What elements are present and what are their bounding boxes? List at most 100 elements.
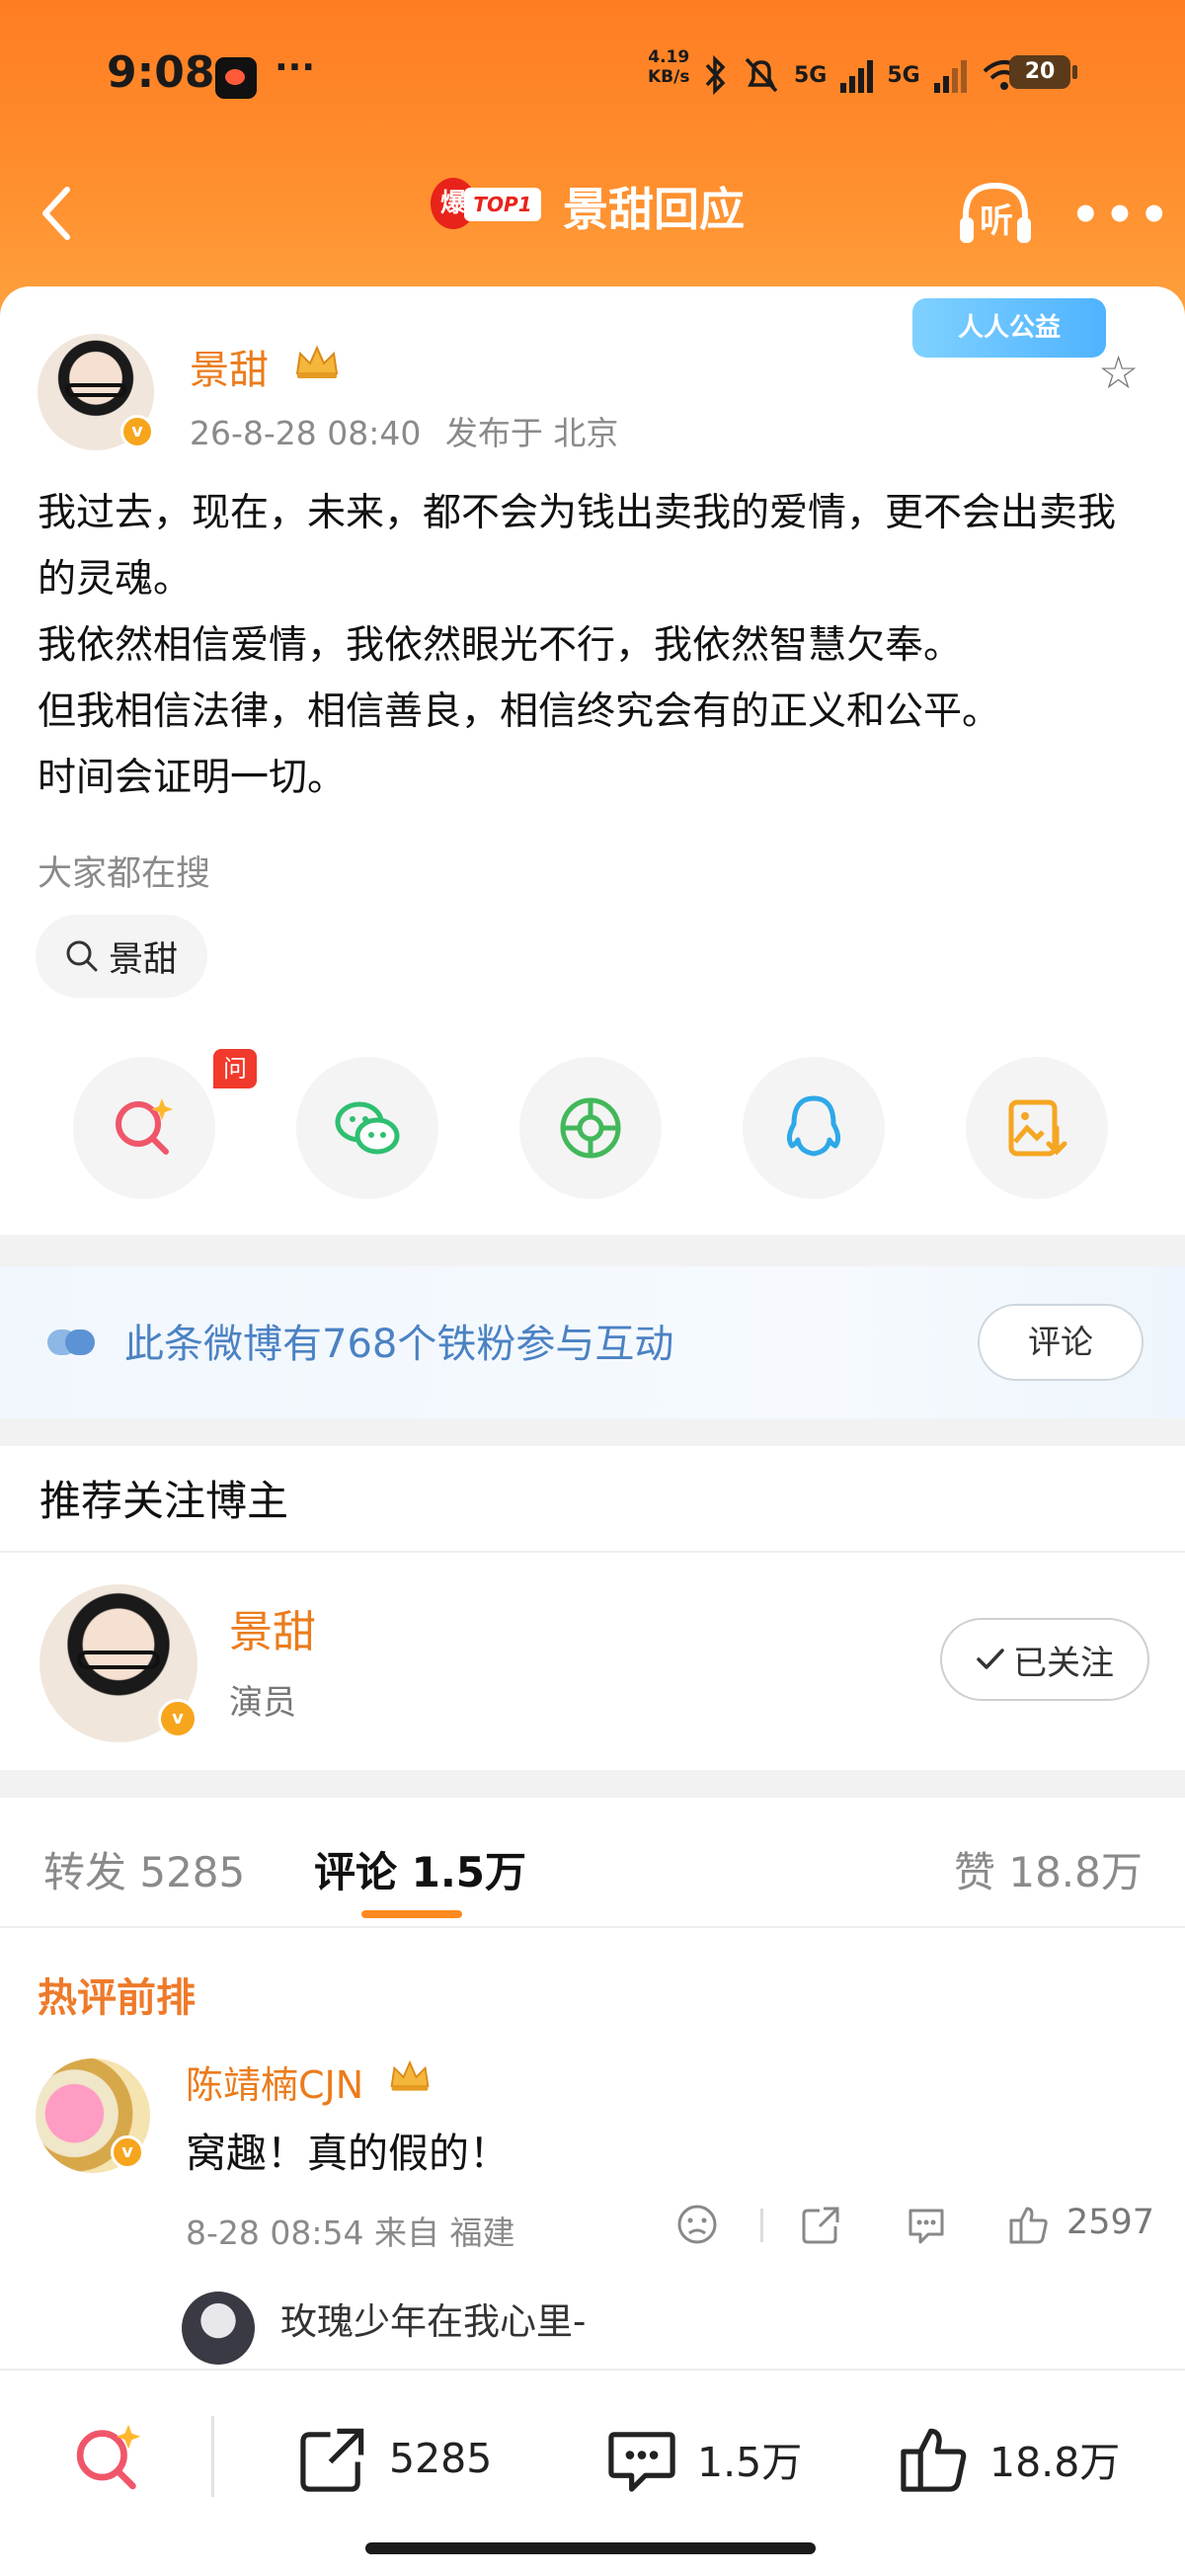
more-menu-button[interactable]: ••• bbox=[1070, 188, 1173, 243]
like-button[interactable]: 18.8万 bbox=[897, 2414, 1120, 2503]
search-chip-label: 景甜 bbox=[109, 939, 179, 980]
comment-meta: 8-28 08:54 来自 福建 bbox=[186, 2214, 515, 2252]
post-line: 时间会证明一切。 bbox=[38, 756, 347, 800]
wechat-share-button[interactable] bbox=[296, 1057, 438, 1199]
signal-1-label: 5G bbox=[794, 62, 828, 88]
qq-icon bbox=[786, 1095, 841, 1157]
repost-button[interactable]: 5285 bbox=[296, 2414, 492, 2503]
verified-badge-icon: v bbox=[111, 2135, 144, 2169]
share-icon[interactable] bbox=[800, 2203, 843, 2246]
signal-1-icon bbox=[840, 57, 874, 93]
post-body: 我过去，现在，未来，都不会为钱出卖我的爱情，更不会出卖我的灵魂。 我依然相信爱情… bbox=[38, 480, 1153, 811]
avatar-glasses bbox=[65, 382, 126, 397]
search-icon bbox=[66, 940, 98, 972]
search-chip[interactable]: 景甜 bbox=[36, 915, 208, 998]
save-image-icon bbox=[1008, 1099, 1067, 1157]
recommend-subtitle: 演员 bbox=[229, 1683, 296, 1723]
save-image-button[interactable] bbox=[966, 1057, 1108, 1199]
charity-campaign-badge[interactable]: 人人公益 bbox=[912, 298, 1106, 358]
favorite-star-icon[interactable]: ☆ bbox=[1098, 346, 1139, 399]
trending-search-label: 大家都在搜 bbox=[38, 854, 211, 894]
comment-count: 1.5万 bbox=[697, 2439, 803, 2486]
weibo-notification-icon bbox=[215, 57, 257, 99]
bluetooth-icon bbox=[705, 55, 726, 95]
like-icon bbox=[901, 2428, 967, 2492]
avatar-glasses bbox=[77, 1650, 160, 1670]
reply-icon[interactable] bbox=[905, 2203, 948, 2246]
nav-bar: 爆 TOP1 景甜回应 听 ••• bbox=[0, 148, 1185, 277]
tab-repost[interactable]: 转发 5285 bbox=[43, 1839, 245, 1899]
post-location: 发布于 北京 bbox=[444, 414, 619, 452]
ai-search-icon[interactable] bbox=[69, 2418, 148, 2497]
moments-share-button[interactable] bbox=[519, 1057, 662, 1199]
repost-count: 5285 bbox=[389, 2435, 493, 2482]
page-title: 景甜回应 bbox=[563, 183, 745, 236]
hot-comments-title: 热评前排 bbox=[38, 1975, 196, 2021]
crown-icon bbox=[390, 2059, 430, 2091]
section-divider bbox=[0, 1235, 1185, 1266]
fans-icon bbox=[47, 1329, 95, 1355]
verified-badge-icon: v bbox=[158, 1699, 198, 1738]
moments-icon bbox=[560, 1097, 621, 1159]
tabs-divider bbox=[0, 1926, 1185, 1928]
check-icon bbox=[977, 1649, 1004, 1669]
recommend-title: 推荐关注博主 bbox=[40, 1477, 289, 1525]
post-line: 我依然相信爱情，我依然眼光不行，我依然智慧欠奉。 bbox=[38, 623, 963, 668]
verified-badge-icon: v bbox=[120, 415, 154, 448]
weibo-post-page: 9:08 ··· 4.19 KB/s 5G 5G 20 爆 TOP1 景甜回应 … bbox=[0, 0, 1185, 2576]
recommend-divider bbox=[0, 1551, 1185, 1553]
commenter-name[interactable]: 陈靖楠CJN bbox=[186, 2054, 363, 2109]
home-indicator[interactable] bbox=[365, 2542, 816, 2554]
reply-user-name[interactable]: 玫瑰少年在我心里- bbox=[280, 2292, 586, 2345]
comment-like-count: 2597 bbox=[1066, 2203, 1155, 2242]
following-label: 已关注 bbox=[1013, 1643, 1114, 1683]
repost-icon bbox=[300, 2428, 364, 2492]
tab-likes[interactable]: 赞 18.8万 bbox=[954, 1839, 1143, 1899]
wechat-icon bbox=[335, 1101, 400, 1155]
recommend-name[interactable]: 景甜 bbox=[229, 1596, 316, 1659]
status-icons: 5G 5G bbox=[703, 49, 1028, 101]
comment-actions: 2597 bbox=[672, 2195, 1165, 2254]
signal-2-label: 5G bbox=[887, 62, 920, 88]
status-time: 9:08 bbox=[107, 47, 215, 98]
post-meta: 26-8-28 08:40 发布于 北京 bbox=[190, 407, 618, 454]
post-time: 26-8-28 08:40 bbox=[190, 414, 422, 452]
status-more-icon: ··· bbox=[275, 47, 316, 88]
mute-bell-icon bbox=[745, 57, 778, 93]
reply-user-avatar[interactable] bbox=[182, 2292, 255, 2365]
qq-share-button[interactable] bbox=[743, 1057, 885, 1199]
listen-label[interactable]: 听 bbox=[980, 194, 1013, 242]
like-count: 18.8万 bbox=[989, 2439, 1121, 2486]
ai-search-icon bbox=[116, 1098, 173, 1155]
ai-search-button[interactable]: 问智搜 bbox=[73, 1049, 257, 1199]
fans-comment-button[interactable]: 评论 bbox=[978, 1304, 1144, 1381]
post-line: 我过去，现在，未来，都不会为钱出卖我的爱情，更不会出卖我的灵魂。 bbox=[38, 491, 1117, 602]
like-icon[interactable] bbox=[1007, 2203, 1051, 2246]
ai-search-badge: 问智搜 bbox=[213, 1049, 257, 1162]
dislike-face-icon[interactable] bbox=[675, 2203, 719, 2246]
section-divider bbox=[0, 1418, 1185, 1446]
action-separator bbox=[760, 2209, 763, 2242]
net-speed: 4.19 KB/s bbox=[648, 47, 689, 87]
net-speed-value: 4.19 bbox=[648, 47, 690, 67]
fans-banner-text: 此条微博有768个铁粉参与互动 bbox=[124, 1322, 674, 1367]
bottom-separator bbox=[211, 2416, 214, 2497]
tab-comments[interactable]: 评论 1.5万 bbox=[314, 1839, 526, 1899]
comment-icon bbox=[608, 2432, 675, 2492]
top-rank-badge: TOP1 bbox=[464, 188, 541, 221]
post-card: v 景甜 26-8-28 08:40 发布于 北京 人人公益 ☆ 我过去，现在，… bbox=[0, 286, 1185, 1235]
share-row: 问智搜 bbox=[0, 1049, 1185, 1205]
signal-2-icon bbox=[933, 57, 967, 93]
back-arrow-icon[interactable] bbox=[38, 184, 77, 243]
comment-button[interactable]: 1.5万 bbox=[604, 2414, 802, 2503]
battery-indicator: 20 bbox=[1009, 55, 1077, 89]
net-speed-unit: KB/s bbox=[648, 67, 690, 87]
post-line: 但我相信法律，相信善良，相信终究会有的正义和公平。 bbox=[38, 689, 1001, 734]
active-tab-indicator bbox=[361, 1910, 462, 1918]
crown-icon bbox=[295, 345, 339, 378]
author-name[interactable]: 景甜 bbox=[190, 338, 269, 395]
following-button[interactable]: 已关注 bbox=[940, 1618, 1149, 1701]
interaction-tabs: 转发 5285 评论 1.5万 赞 18.8万 bbox=[0, 1794, 1185, 1928]
comment-text: 窝趣！真的假的！ bbox=[186, 2130, 510, 2177]
status-bar: 9:08 ··· 4.19 KB/s 5G 5G 20 bbox=[0, 40, 1185, 119]
